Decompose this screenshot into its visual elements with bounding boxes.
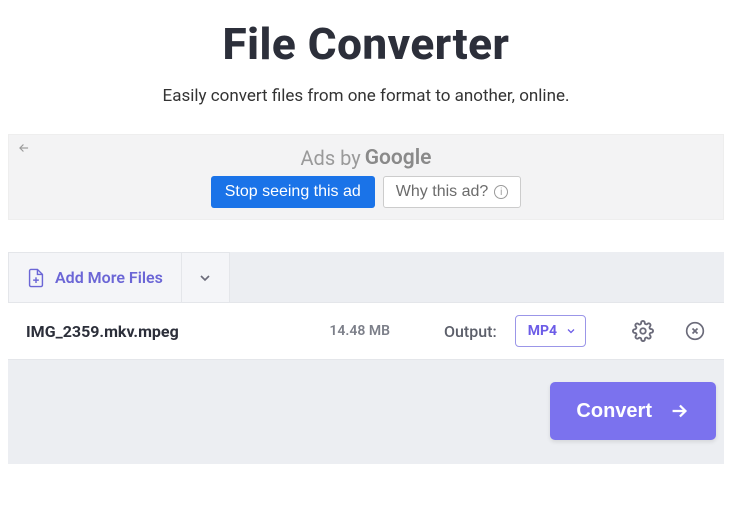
file-row: IMG_2359.mkv.mpeg 14.48 MB Output: MP4	[8, 302, 724, 360]
output-label: Output:	[444, 322, 497, 341]
add-more-dropdown-button[interactable]	[182, 252, 230, 302]
file-panel: Add More Files IMG_2359.mkv.mpeg 14.48 M…	[8, 252, 724, 464]
add-file-icon	[27, 268, 45, 288]
ad-container: Ads by Google Stop seeing this ad Why th…	[8, 134, 724, 220]
settings-button[interactable]	[632, 320, 654, 342]
why-this-ad-button[interactable]: Why this ad? i	[383, 176, 521, 208]
page-title: File Converter	[0, 18, 732, 70]
add-more-files-button[interactable]: Add More Files	[8, 252, 182, 302]
convert-button[interactable]: Convert	[550, 382, 716, 440]
chevron-down-icon	[565, 325, 577, 337]
page-subtitle: Easily convert files from one format to …	[0, 86, 732, 106]
why-this-ad-label: Why this ad?	[396, 183, 488, 201]
add-more-files-label: Add More Files	[55, 268, 163, 287]
stop-seeing-ad-button[interactable]: Stop seeing this ad	[211, 176, 375, 208]
ad-attribution: Ads by Google	[301, 146, 432, 170]
chevron-down-icon	[197, 270, 213, 286]
ad-back-arrow-icon[interactable]	[17, 141, 31, 155]
remove-file-button[interactable]	[684, 320, 706, 342]
output-format-value: MP4	[528, 323, 557, 339]
ad-label-brand: Google	[365, 146, 432, 170]
convert-label: Convert	[576, 400, 652, 423]
info-icon: i	[494, 185, 508, 199]
close-circle-icon	[685, 321, 705, 341]
arrow-right-icon	[668, 400, 690, 422]
file-name: IMG_2359.mkv.mpeg	[26, 322, 179, 341]
file-size: 14.48 MB	[329, 323, 390, 339]
ad-label-prefix: Ads by	[301, 146, 361, 170]
output-format-select[interactable]: MP4	[515, 315, 586, 347]
gear-icon	[632, 320, 654, 342]
